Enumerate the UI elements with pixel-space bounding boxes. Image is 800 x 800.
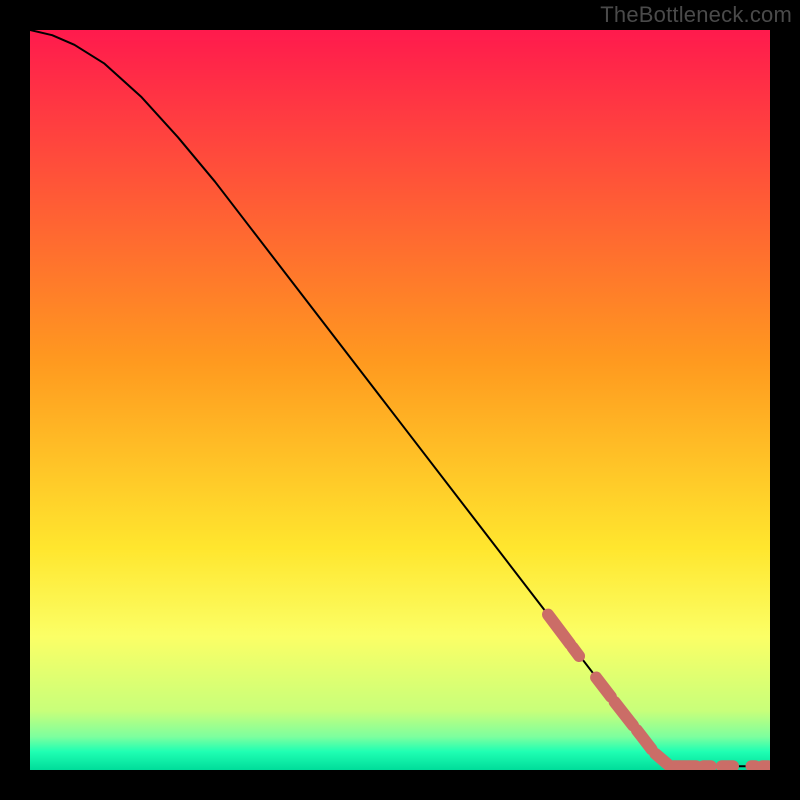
chart-stage: TheBottleneck.com [0, 0, 800, 800]
watermark-text: TheBottleneck.com [600, 2, 792, 28]
chart-svg [30, 30, 770, 770]
marker-segment [572, 647, 579, 656]
plot-area [30, 30, 770, 770]
gradient-background [30, 30, 770, 770]
